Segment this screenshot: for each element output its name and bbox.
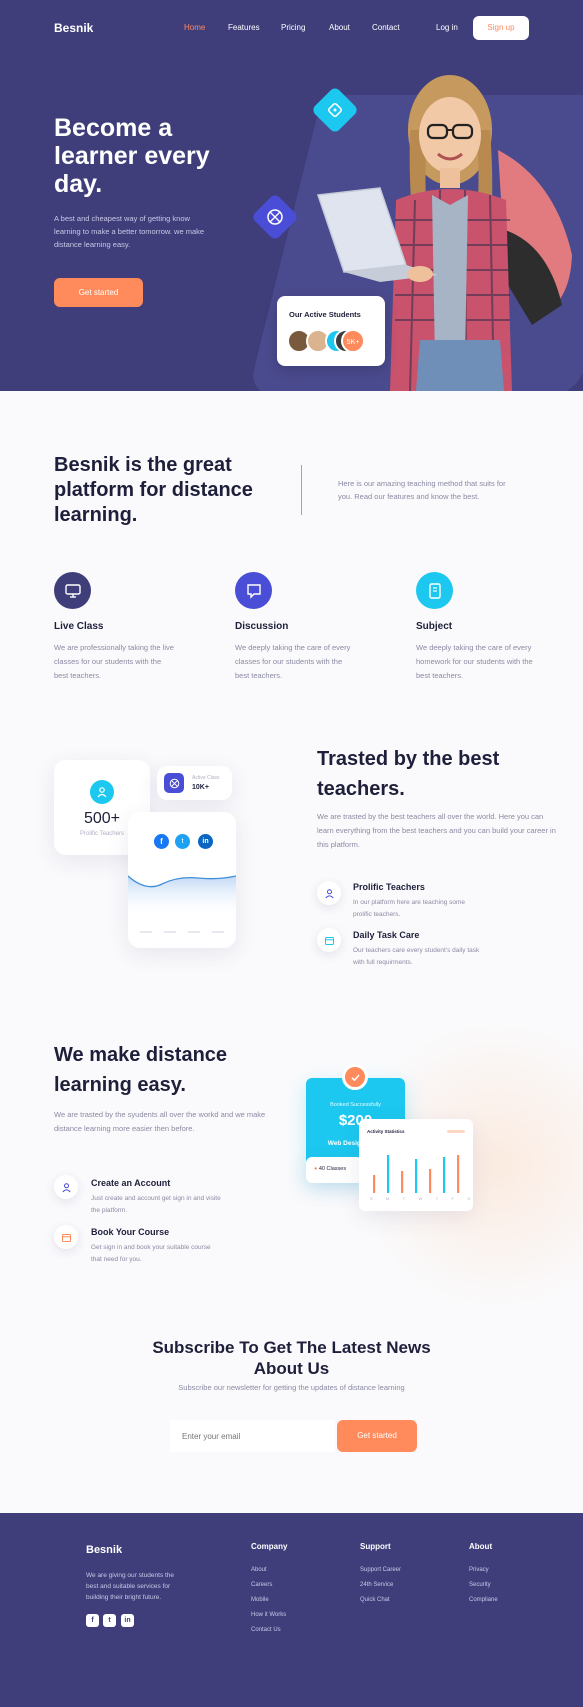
- footer-link[interactable]: Mobile: [251, 1597, 269, 1603]
- easy-description: We are trasted by the syudents all over …: [54, 1110, 266, 1133]
- subscribe-button[interactable]: Get started: [337, 1420, 417, 1452]
- feature-description: We deeply taking the care of every class…: [235, 643, 351, 680]
- hero-title: Become a learner every day.: [54, 114, 210, 198]
- classes-count: ● 40 Classes: [314, 1166, 347, 1172]
- linkedin-icon[interactable]: in: [198, 834, 213, 849]
- linkedin-icon[interactable]: in: [121, 1614, 134, 1627]
- footer-link[interactable]: Careers: [251, 1582, 272, 1588]
- nav-features[interactable]: Features: [228, 23, 260, 32]
- user-icon: [317, 881, 341, 905]
- active-class-card: Active Class 10K+: [157, 766, 232, 800]
- platform-title: Besnik is the great platform for distanc…: [54, 454, 253, 526]
- footer-column-title: Support: [360, 1542, 391, 1551]
- item-title: Book Your Course: [91, 1227, 170, 1237]
- hero-description: A best and cheapest way of getting know …: [54, 214, 205, 249]
- item-description: In our platform here are teaching some p…: [353, 899, 466, 918]
- calendar-icon: [317, 928, 341, 952]
- twitter-icon[interactable]: t: [103, 1614, 116, 1627]
- email-input[interactable]: [170, 1420, 335, 1452]
- activity-title: Activity Statistics: [367, 1129, 405, 1134]
- subscribe-title: Subscribe To Get The Latest News About U…: [152, 1338, 431, 1378]
- footer-link[interactable]: How it Works: [251, 1612, 286, 1618]
- signup-button[interactable]: Sign up: [473, 16, 529, 40]
- item-description: Our teachers care every student's daily …: [353, 947, 480, 966]
- nav-about[interactable]: About: [329, 23, 350, 32]
- footer: [0, 1513, 583, 1707]
- footer-link[interactable]: Quick Chat: [360, 1597, 390, 1603]
- student-count-badge: 5K+: [341, 329, 365, 353]
- calendar-icon: [54, 1225, 78, 1249]
- social-graph-card: f t in: [128, 812, 236, 948]
- footer-link[interactable]: Compliane: [469, 1597, 498, 1603]
- item-title: Create an Account: [91, 1178, 171, 1188]
- user-icon: [54, 1175, 78, 1199]
- basketball-diamond: [250, 192, 300, 242]
- footer-link[interactable]: Privacy: [469, 1567, 489, 1573]
- facebook-icon[interactable]: f: [86, 1614, 99, 1627]
- footer-link[interactable]: Contact Us: [251, 1627, 281, 1633]
- footer-link[interactable]: Security: [469, 1582, 491, 1588]
- easy-title: We make distance learning easy.: [54, 1044, 228, 1096]
- teachers-description: We are trasted by the best teachers all …: [317, 812, 556, 849]
- footer-link[interactable]: Support Career: [360, 1567, 401, 1573]
- booking-status: Booked Successfully: [330, 1102, 381, 1108]
- feature-description: We are professionally taking the live cl…: [54, 643, 174, 680]
- nav-home[interactable]: Home: [184, 23, 205, 32]
- active-students-card: Our Active Students 5K+: [277, 296, 385, 366]
- item-title: Prolific Teachers: [353, 882, 425, 892]
- footer-link[interactable]: 24th Service: [360, 1582, 393, 1588]
- facebook-icon[interactable]: f: [154, 834, 169, 849]
- brand-logo[interactable]: Besnik: [54, 21, 93, 35]
- footer-logo[interactable]: Besnik: [86, 1544, 122, 1556]
- teachers-title: Trasted by the best teachers.: [317, 748, 500, 800]
- active-students-title: Our Active Students: [289, 310, 361, 319]
- item-title: Daily Task Care: [353, 930, 420, 940]
- book-icon: [416, 572, 453, 609]
- users-icon: [90, 780, 114, 804]
- basketball-icon: [164, 773, 184, 793]
- growth-chart: [128, 875, 236, 933]
- activity-legend: [447, 1130, 465, 1133]
- footer-column-title: About: [469, 1542, 493, 1551]
- feature-description: We deeply taking the care of every homew…: [416, 643, 533, 680]
- feature-title: Subject: [416, 621, 453, 632]
- platform-description: Here is our amazing teaching method that…: [338, 479, 506, 501]
- classes-pill: ● 40 Classes: [306, 1157, 363, 1183]
- subscribe-description: Subscribe our newsletter for getting the…: [178, 1383, 405, 1392]
- item-description: Just create and account get sign in and …: [91, 1195, 221, 1214]
- active-class-value: 10K+: [192, 784, 209, 791]
- item-description: Get sign in and book your suitable cours…: [91, 1244, 211, 1263]
- activity-card: Activity Statistics S M T W T F S: [359, 1119, 473, 1211]
- feature-title: Live Class: [54, 621, 104, 632]
- feature-title: Discussion: [235, 621, 289, 632]
- footer-description: We are giving our students the best and …: [86, 1572, 175, 1601]
- basketball-icon: [258, 200, 292, 234]
- active-class-label: Active Class: [192, 775, 220, 781]
- activity-days: S M T W T F S: [370, 1196, 470, 1201]
- nav-contact[interactable]: Contact: [372, 23, 400, 32]
- check-icon: [342, 1064, 368, 1090]
- hero-get-started-button[interactable]: Get started: [54, 278, 143, 307]
- footer-column-title: Company: [251, 1542, 288, 1551]
- section-divider: [301, 465, 302, 515]
- login-link[interactable]: Log in: [436, 23, 458, 32]
- footer-link[interactable]: About: [251, 1567, 267, 1573]
- twitter-icon[interactable]: t: [175, 834, 190, 849]
- nav-pricing[interactable]: Pricing: [281, 23, 305, 32]
- chat-icon: [235, 572, 272, 609]
- monitor-icon: [54, 572, 91, 609]
